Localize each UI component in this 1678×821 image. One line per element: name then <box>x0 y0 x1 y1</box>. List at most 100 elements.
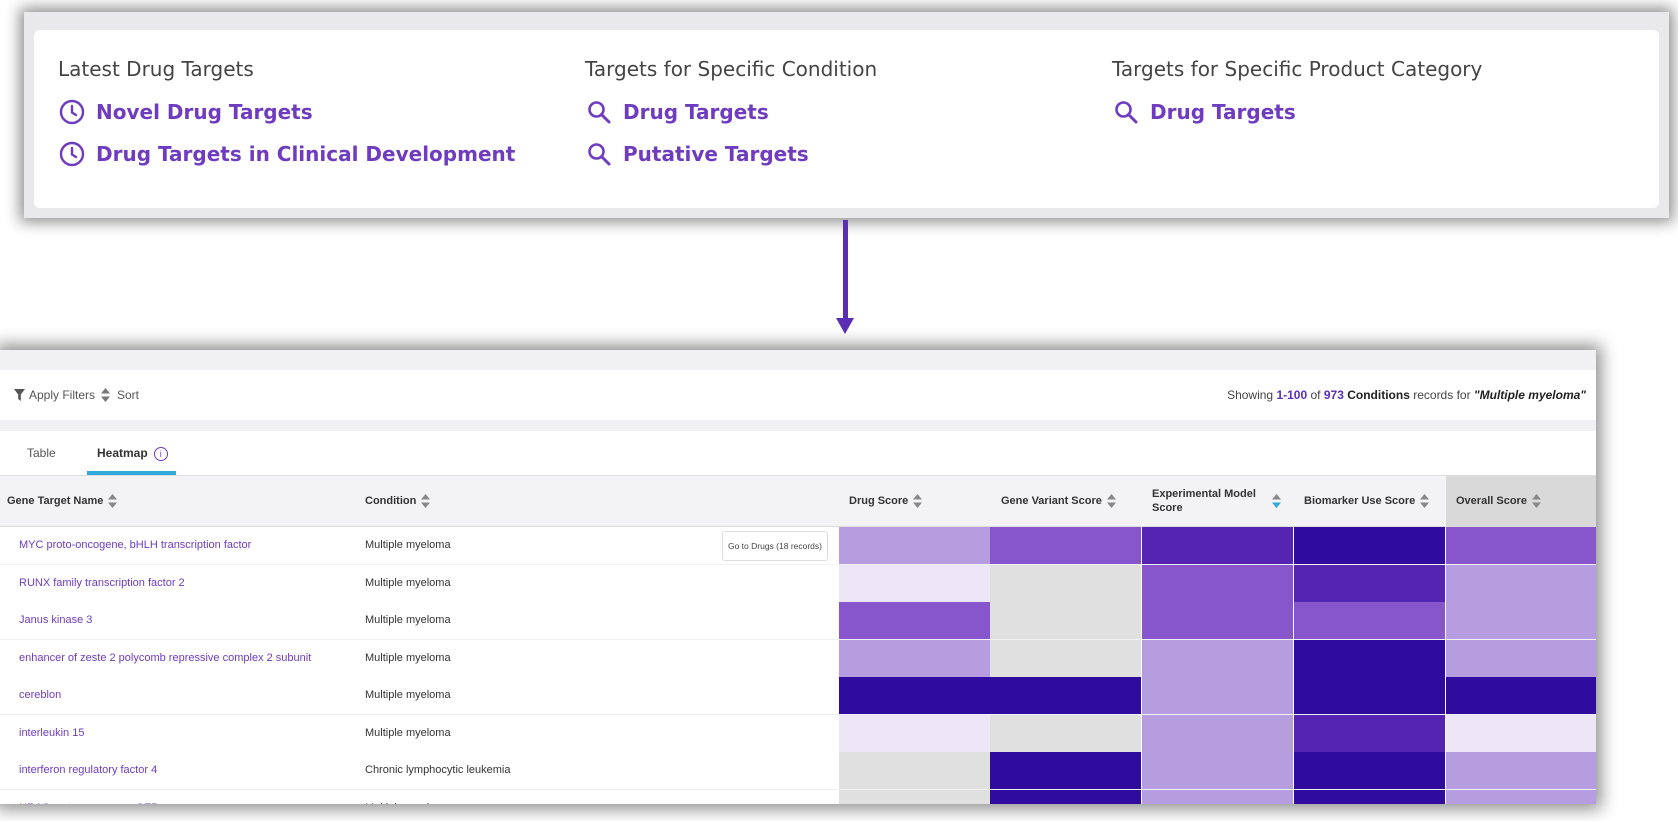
active-tab-indicator <box>87 471 176 475</box>
experimental-model-score-cell[interactable] <box>1142 789 1293 804</box>
sort-active-icon <box>1271 494 1281 508</box>
gene-variant-score-cell[interactable] <box>990 527 1141 564</box>
sort-icon <box>421 494 431 508</box>
biomarker-use-score-cell[interactable] <box>1294 564 1445 602</box>
biomarker-use-score-cell[interactable] <box>1294 752 1445 789</box>
drug-score-cell[interactable] <box>839 639 990 677</box>
biomarker-use-score-cell[interactable] <box>1294 527 1445 564</box>
search-icon <box>588 101 611 124</box>
go-to-drugs-button[interactable]: Go to Drugs (18 records) <box>722 531 828 561</box>
experimental-model-score-cell[interactable] <box>1142 677 1293 714</box>
apply-filters-label: Apply Filters <box>29 388 96 402</box>
table-row: Janus kinase 3 Multiple myeloma <box>0 602 1596 639</box>
gene-target-link[interactable]: interferon regulatory factor 4 <box>19 752 157 789</box>
drug-score-cell[interactable] <box>839 564 990 602</box>
gene-target-link[interactable]: enhancer of zeste 2 polycomb repressive … <box>19 640 311 677</box>
results-toolbar: Apply Filters Sort Showing 1-100 of 973 … <box>0 370 1596 420</box>
drug-targets-clinical-development-link[interactable]: Drug Targets in Clinical Development <box>58 140 515 168</box>
header-drug-score[interactable]: Drug Score <box>849 476 923 526</box>
overall-score-cell[interactable] <box>1446 714 1596 752</box>
biomarker-use-score-cell[interactable] <box>1294 602 1445 639</box>
sort-button[interactable]: Sort <box>101 388 139 402</box>
experimental-model-score-cell[interactable] <box>1142 752 1293 789</box>
overall-score-cell[interactable] <box>1446 677 1596 714</box>
clock-icon <box>59 141 85 167</box>
biomarker-use-score-cell[interactable] <box>1294 639 1445 677</box>
filter-icon <box>14 389 25 401</box>
overall-score-cell[interactable] <box>1446 639 1596 677</box>
sort-icon <box>1420 494 1430 508</box>
targets-specific-condition-heading: Targets for Specific Condition <box>585 57 878 81</box>
header-experimental-model-label: Experimental Model Score <box>1152 487 1256 515</box>
results-entity: Conditions <box>1347 388 1410 402</box>
experimental-model-score-cell[interactable] <box>1142 564 1293 602</box>
gene-target-link[interactable]: RUNX family transcription factor 2 <box>19 565 185 602</box>
gene-target-link[interactable]: interleukin 15 <box>19 715 84 752</box>
biomarker-use-score-cell[interactable] <box>1294 789 1445 804</box>
drug-score-cell[interactable] <box>839 752 990 789</box>
putative-targets-link[interactable]: Putative Targets <box>585 140 809 168</box>
product-category-drug-targets-link[interactable]: Drug Targets <box>1112 98 1296 126</box>
tab-table[interactable]: Table <box>27 431 56 475</box>
drug-score-cell[interactable] <box>839 677 990 714</box>
novel-drug-targets-link[interactable]: Novel Drug Targets <box>58 98 313 126</box>
header-overall-label: Overall Score <box>1456 495 1527 507</box>
condition-cell: Multiple myeloma <box>365 651 451 664</box>
of-text: of <box>1310 388 1321 402</box>
header-gene-variant-score[interactable]: Gene Variant Score <box>1001 476 1116 526</box>
sort-label: Sort <box>117 388 140 402</box>
gene-target-link[interactable]: MYC proto-oncogene, bHLH transcription f… <box>19 527 251 564</box>
tab-heatmap[interactable]: Heatmap i <box>97 431 168 475</box>
header-overall-score[interactable]: Overall Score <box>1446 476 1596 526</box>
sort-icon <box>1531 494 1541 508</box>
info-icon[interactable]: i <box>153 446 168 461</box>
experimental-model-score-cell[interactable] <box>1142 639 1293 677</box>
header-experimental-model-score[interactable]: Experimental Model Score <box>1152 476 1281 526</box>
overall-score-cell[interactable] <box>1446 789 1596 804</box>
gene-target-link[interactable]: NRAS proto-oncogene, GTPase <box>19 790 176 805</box>
table-row: RUNX family transcription factor 2 Multip… <box>0 564 1596 602</box>
condition-cell: Chronic lymphocytic leukemia <box>365 764 511 776</box>
gene-variant-score-cell[interactable] <box>990 714 1141 752</box>
experimental-model-score-cell[interactable] <box>1142 714 1293 752</box>
header-biomarker-use-score[interactable]: Biomarker Use Score <box>1304 476 1430 526</box>
gene-variant-score-cell[interactable] <box>990 602 1141 639</box>
drug-score-cell[interactable] <box>839 527 990 564</box>
clock-icon <box>59 99 85 125</box>
overall-score-cell[interactable] <box>1446 752 1596 789</box>
header-experimental-model-line-2: Score <box>1152 502 1183 514</box>
targets-product-category-heading: Targets for Specific Product Category <box>1112 57 1483 81</box>
condition-cell: Multiple myeloma <box>365 614 451 626</box>
drug-score-cell[interactable] <box>839 714 990 752</box>
experimental-model-score-cell[interactable] <box>1142 527 1293 564</box>
overall-score-cell[interactable] <box>1446 527 1596 564</box>
overall-score-cell[interactable] <box>1446 564 1596 602</box>
drug-score-cell[interactable] <box>839 602 990 639</box>
biomarker-use-score-cell[interactable] <box>1294 677 1445 714</box>
connector-arrow-head <box>836 318 854 334</box>
sort-icon <box>108 494 118 508</box>
condition-drug-targets-link[interactable]: Drug Targets <box>585 98 769 126</box>
header-gene-label: Gene Target Name <box>7 495 104 507</box>
header-condition[interactable]: Condition <box>365 476 431 526</box>
overall-score-cell[interactable] <box>1446 602 1596 639</box>
biomarker-use-score-cell[interactable] <box>1294 714 1445 752</box>
header-drug-score-label: Drug Score <box>849 495 909 507</box>
gene-variant-score-cell[interactable] <box>990 639 1141 677</box>
records-for-text: records for <box>1413 388 1471 402</box>
header-biomarker-label: Biomarker Use Score <box>1304 495 1416 507</box>
gene-variant-score-cell[interactable] <box>990 564 1141 602</box>
gene-variant-score-cell[interactable] <box>990 677 1141 714</box>
header-gene-target-name[interactable]: Gene Target Name <box>7 476 118 526</box>
experimental-model-score-cell[interactable] <box>1142 602 1293 639</box>
gene-target-link[interactable]: Janus kinase 3 <box>19 602 92 639</box>
table-row: NRAS proto-oncogene, GTPase Multiple myel… <box>0 789 1596 805</box>
condition-cell: Multiple myeloma <box>365 689 451 701</box>
drug-score-cell[interactable] <box>839 789 990 804</box>
gene-variant-score-cell[interactable] <box>990 789 1141 804</box>
gene-target-link[interactable]: cereblon <box>19 677 61 714</box>
gene-variant-score-cell[interactable] <box>990 752 1141 789</box>
apply-filters-button[interactable]: Apply Filters <box>14 388 95 402</box>
condition-drug-targets-label: Drug Targets <box>623 100 769 124</box>
results-panel: Apply Filters Sort Showing 1-100 of 973 … <box>0 350 1596 804</box>
